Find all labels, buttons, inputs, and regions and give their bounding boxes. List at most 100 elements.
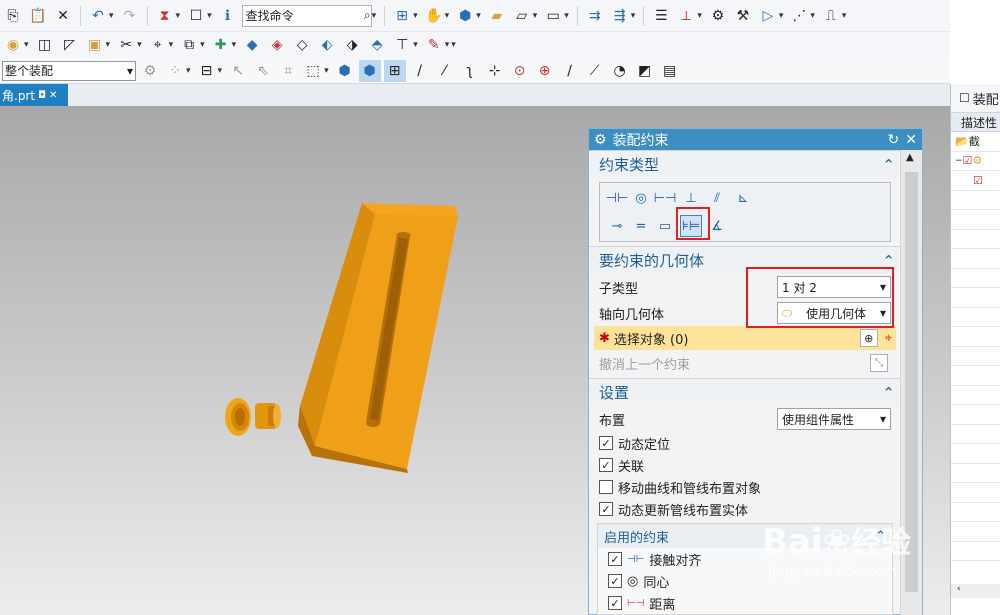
filter-icon[interactable]: ⊟: [196, 60, 218, 82]
reset-icon[interactable]: ↻: [888, 132, 900, 148]
checkbox[interactable]: [599, 480, 613, 494]
scroll-up-icon[interactable]: ▲: [906, 152, 914, 163]
dropdown-arrow[interactable]: ▾: [232, 40, 237, 50]
body-icon[interactable]: ◉: [2, 34, 24, 56]
paste-icon[interactable]: 📋: [27, 5, 49, 27]
assembly-constraint-icon[interactable]: ⇶: [609, 5, 631, 27]
equal-icon[interactable]: =: [630, 215, 652, 237]
select-icon[interactable]: ↖: [227, 60, 249, 82]
concentric-icon[interactable]: ◎: [630, 187, 652, 209]
perpendicular-icon[interactable]: ⊾: [732, 187, 754, 209]
lasso-icon[interactable]: ⌗: [277, 60, 299, 82]
expand-icon[interactable]: −: [955, 156, 963, 166]
dropdown-arrow[interactable]: ▾: [697, 11, 702, 21]
edit-icon[interactable]: ✎: [423, 34, 445, 56]
background-icon[interactable]: ▭: [542, 5, 564, 27]
dropdown-arrow[interactable]: ▾: [810, 11, 815, 21]
checkbox[interactable]: ✓: [599, 458, 613, 472]
dropdown-arrow[interactable]: ▾: [24, 40, 29, 50]
tangent-icon[interactable]: ∕: [559, 60, 581, 82]
mirror-icon[interactable]: ⧉: [178, 34, 200, 56]
undo-icon[interactable]: ↶: [87, 5, 109, 27]
dropdown-arrow[interactable]: ▾: [564, 11, 569, 21]
redo-icon[interactable]: ↷: [119, 5, 141, 27]
dropdown-arrow[interactable]: ▾: [207, 11, 212, 21]
gear-icon[interactable]: ⚙: [594, 132, 607, 148]
fit-icon[interactable]: ▭: [654, 215, 676, 237]
cube-view-icon[interactable]: ⬢: [454, 5, 476, 27]
sync-icon[interactable]: ⬗: [341, 34, 363, 56]
add-feature-icon[interactable]: ✚: [210, 34, 232, 56]
bracket-part[interactable]: [298, 203, 458, 473]
dropdown-arrow[interactable]: ▾: [218, 66, 223, 76]
dropdown-arrow[interactable]: ▾: [445, 40, 450, 50]
column-header[interactable]: 描述性: [951, 112, 1000, 132]
table-icon[interactable]: ⊤: [391, 34, 413, 56]
dropdown-arrow[interactable]: ▾: [413, 11, 418, 21]
dropdown-arrow[interactable]: ▾: [779, 11, 784, 21]
dropdown-arrow[interactable]: ▾: [451, 40, 456, 50]
fix-icon[interactable]: ⊥: [680, 187, 702, 209]
align-lock-icon[interactable]: ⊸: [606, 215, 628, 237]
delete-icon[interactable]: ✕: [52, 5, 74, 27]
play-icon[interactable]: ▷: [757, 5, 779, 27]
blend-icon[interactable]: ◈: [266, 34, 288, 56]
trim-icon[interactable]: ✂: [115, 34, 137, 56]
checkbox[interactable]: ✓: [599, 502, 613, 516]
dropdown-arrow[interactable]: ▾: [169, 40, 174, 50]
snap-point-icon[interactable]: ⁘: [164, 60, 186, 82]
grid-icon[interactable]: ⊞: [383, 59, 406, 82]
fit-view-icon[interactable]: ⊞: [391, 5, 413, 27]
diagonal-icon[interactable]: ⁄: [434, 60, 456, 82]
undo-last-label[interactable]: 撤消上一个约束: [599, 354, 690, 373]
section-settings[interactable]: 设置 ⌃: [589, 378, 901, 406]
window-icon[interactable]: ☐: [185, 5, 207, 27]
target-icon[interactable]: ⌖: [885, 331, 892, 346]
close-icon[interactable]: ✕: [49, 90, 57, 101]
navigator-row[interactable]: 📂 截: [951, 132, 1000, 152]
checkbox[interactable]: ✓: [599, 436, 613, 450]
offset-icon[interactable]: ▣: [84, 34, 106, 56]
cube-icon[interactable]: ⬢: [334, 60, 356, 82]
checkbox[interactable]: ✓: [608, 552, 622, 566]
shaded-icon[interactable]: ▰: [486, 5, 508, 27]
checkbox[interactable]: ✓: [608, 574, 622, 588]
snap-icon[interactable]: ⚙: [707, 5, 729, 27]
cube-selected-icon[interactable]: ⬢: [358, 59, 381, 82]
draft-icon[interactable]: ◸: [59, 34, 81, 56]
selection-filter-icon[interactable]: ⧗: [154, 5, 176, 27]
thread-icon[interactable]: ⌖: [147, 34, 169, 56]
dropdown-arrow[interactable]: ▾: [533, 11, 538, 21]
collapse-icon[interactable]: ⌃: [882, 384, 895, 402]
dropdown-arrow[interactable]: ▾: [476, 11, 481, 21]
checked-icon[interactable]: ☑: [963, 154, 973, 167]
bolt-part[interactable]: [225, 398, 281, 436]
dropdown-arrow[interactable]: ▾: [631, 11, 636, 21]
checked-icon[interactable]: ☑: [973, 174, 983, 187]
settings-icon[interactable]: ⚙: [139, 60, 161, 82]
arc-center-icon[interactable]: ◔: [609, 60, 631, 82]
checkbox-move-curves[interactable]: 移动曲线和管线布置对象: [589, 476, 901, 498]
checkbox-icon[interactable]: ☐: [959, 91, 970, 105]
command-search-input[interactable]: 查找命令 ⌕: [241, 4, 372, 27]
face-icon[interactable]: ◆: [241, 34, 263, 56]
navigator-row[interactable]: − ☑ ⚙: [951, 152, 1000, 171]
search-icon[interactable]: ⌕: [364, 8, 371, 23]
layer-icon[interactable]: ☰: [650, 5, 672, 27]
dropdown-arrow[interactable]: ▾: [176, 11, 181, 21]
checkbox[interactable]: ✓: [608, 596, 622, 610]
dropdown-arrow[interactable]: ▾: [324, 66, 329, 76]
distance-icon[interactable]: ⊢⊣: [654, 187, 677, 209]
move-component-icon[interactable]: ⇉: [584, 5, 606, 27]
parallel-icon[interactable]: ⫽: [706, 187, 728, 209]
pin-icon[interactable]: ◘: [38, 90, 46, 101]
dropdown-arrow[interactable]: ▾: [200, 40, 205, 50]
navigator-row[interactable]: ☑: [951, 171, 1000, 191]
measure-icon[interactable]: ⟂: [675, 5, 697, 27]
select-objects-row[interactable]: ✱ 选择对象 (0) ⊕ ⌖: [594, 326, 896, 350]
close-icon[interactable]: ✕: [905, 132, 917, 148]
dropdown-arrow[interactable]: ▾: [413, 40, 418, 50]
dropdown-arrow[interactable]: ▾: [186, 66, 191, 76]
deselect-icon[interactable]: ⇖: [252, 60, 274, 82]
endpoint-icon[interactable]: ⟋: [584, 60, 606, 82]
